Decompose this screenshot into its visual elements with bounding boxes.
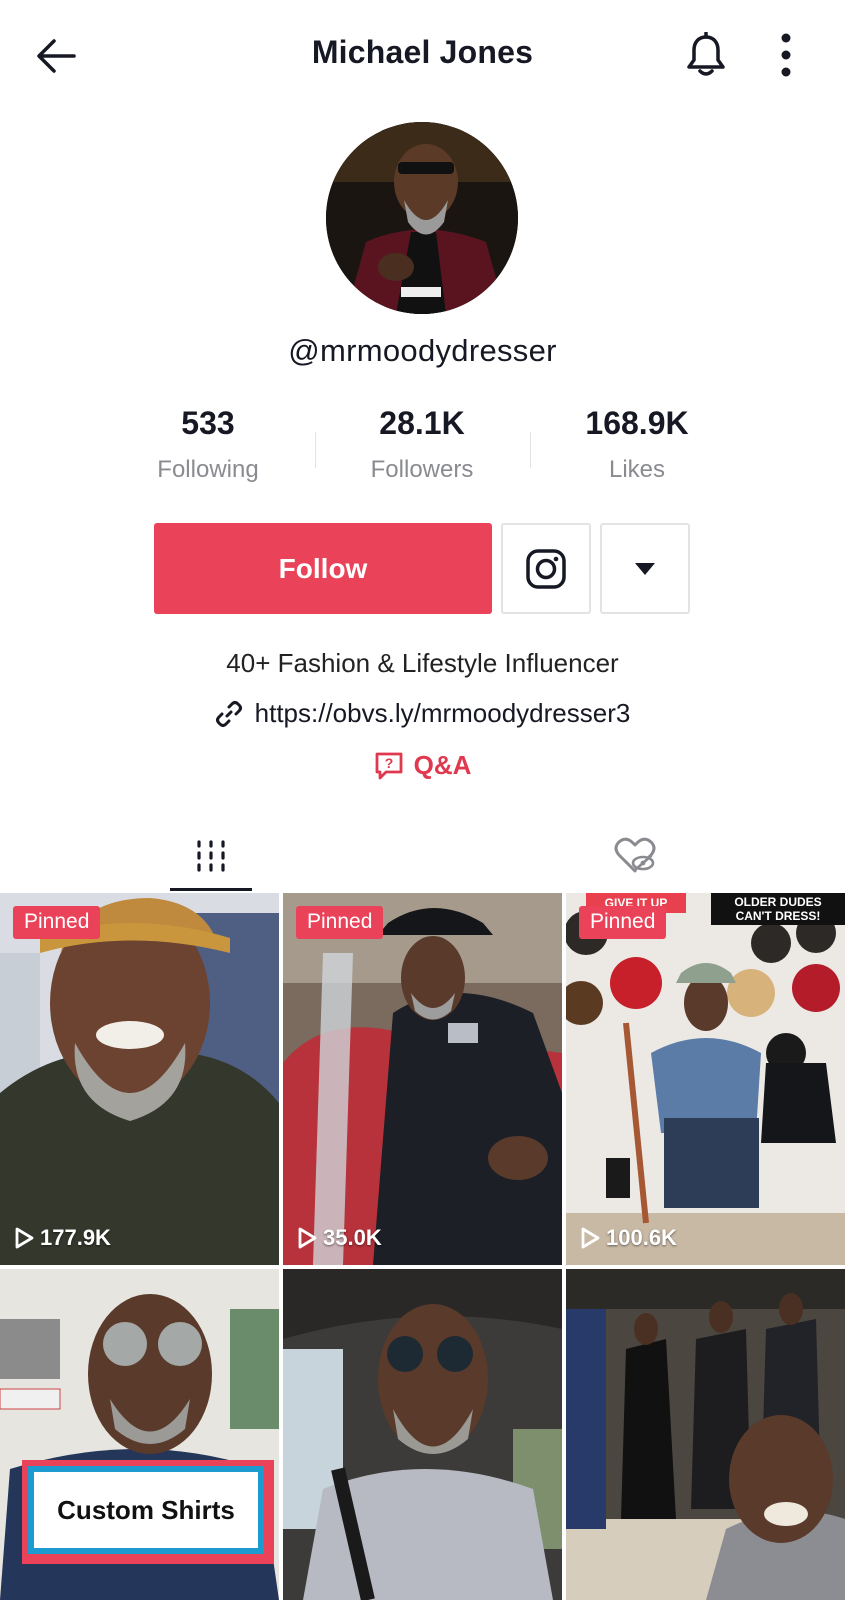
tab-liked[interactable]: [590, 820, 680, 892]
banner-right-line-1: OLDER DUDES: [734, 895, 821, 909]
stat-value: 168.9K: [585, 405, 689, 441]
view-count: 100.6K: [580, 1225, 677, 1251]
video-thumbnail: [283, 1269, 562, 1600]
stat-label: Likes: [608, 456, 666, 483]
stat-label: Followers: [370, 456, 474, 483]
qa-link[interactable]: ? Q&A: [0, 750, 845, 781]
qa-label: Q&A: [413, 750, 472, 780]
top-bar: Michael Jones: [0, 0, 845, 110]
stat-likes[interactable]: 168.9K Likes: [537, 405, 737, 484]
video-tile[interactable]: Custom Shirts: [0, 1269, 279, 1600]
pinned-badge: Pinned: [579, 906, 667, 939]
tab-videos[interactable]: [170, 820, 252, 892]
active-tab-indicator: [170, 888, 252, 891]
video-tile[interactable]: [283, 1269, 562, 1600]
svg-text:?: ?: [384, 755, 393, 771]
video-thumbnail: GIVE IT UP OLDER DUDES CAN'T DRESS!: [566, 893, 845, 1265]
more-vertical-icon: [781, 33, 791, 77]
video-tile[interactable]: Pinned 177.9K: [0, 893, 279, 1265]
link-icon: [215, 700, 242, 727]
link-text: https://obvs.ly/mrmoodydresser3: [254, 698, 631, 728]
instagram-button[interactable]: [501, 523, 591, 614]
suggestions-dropdown-button[interactable]: [600, 523, 690, 614]
view-count: 177.9K: [14, 1225, 111, 1251]
stat-followers[interactable]: 28.1K Followers: [322, 405, 522, 484]
hidden-heart-icon: [614, 837, 656, 873]
view-count: 35.0K: [297, 1225, 382, 1251]
video-tile[interactable]: GIVE IT UP OLDER DUDES CAN'T DRESS! Pinn…: [566, 893, 845, 1265]
video-grid: Pinned 177.9K Pinned 35.0K GIVE IT UP OL…: [0, 893, 845, 1600]
play-outline-icon: [581, 1227, 600, 1249]
view-count-text: 177.9K: [40, 1225, 111, 1250]
caret-down-icon: [635, 562, 655, 575]
caption-text: Custom Shirts: [28, 1466, 264, 1554]
banner-right-line-2: CAN'T DRESS!: [736, 909, 821, 923]
pinned-badge: Pinned: [13, 906, 101, 939]
video-tile[interactable]: [566, 1269, 845, 1600]
video-thumbnail: [0, 893, 279, 1265]
bio-text: 40+ Fashion & Lifestyle Influencer: [226, 648, 619, 678]
play-outline-icon: [298, 1227, 317, 1249]
avatar-photo: [326, 122, 518, 314]
view-count-text: 35.0K: [323, 1225, 382, 1250]
view-count-text: 100.6K: [606, 1225, 677, 1250]
follow-button[interactable]: Follow: [154, 523, 492, 614]
stat-following[interactable]: 533 Following: [108, 405, 308, 484]
instagram-icon: [526, 548, 566, 589]
stat-divider: [315, 432, 316, 468]
grid-bars-icon: [197, 840, 225, 872]
video-tile[interactable]: Pinned 35.0K: [283, 893, 562, 1265]
video-thumbnail: [283, 893, 562, 1265]
profile-link[interactable]: https://obvs.ly/mrmoodydresser3: [0, 698, 845, 729]
bell-icon: [687, 32, 725, 76]
stat-label: Following: [157, 456, 259, 483]
username-handle: @mrmoodydresser: [288, 333, 557, 368]
stat-value: 28.1K: [379, 405, 465, 441]
pinned-badge: Pinned: [296, 906, 384, 939]
stat-value: 533: [181, 405, 235, 441]
notifications-button[interactable]: [680, 28, 732, 82]
more-options-button[interactable]: [768, 28, 804, 82]
video-thumbnail: [566, 1269, 845, 1600]
play-outline-icon: [15, 1227, 34, 1249]
question-bubble-icon: ?: [375, 752, 403, 779]
stat-divider: [530, 432, 531, 468]
avatar[interactable]: [326, 122, 518, 314]
